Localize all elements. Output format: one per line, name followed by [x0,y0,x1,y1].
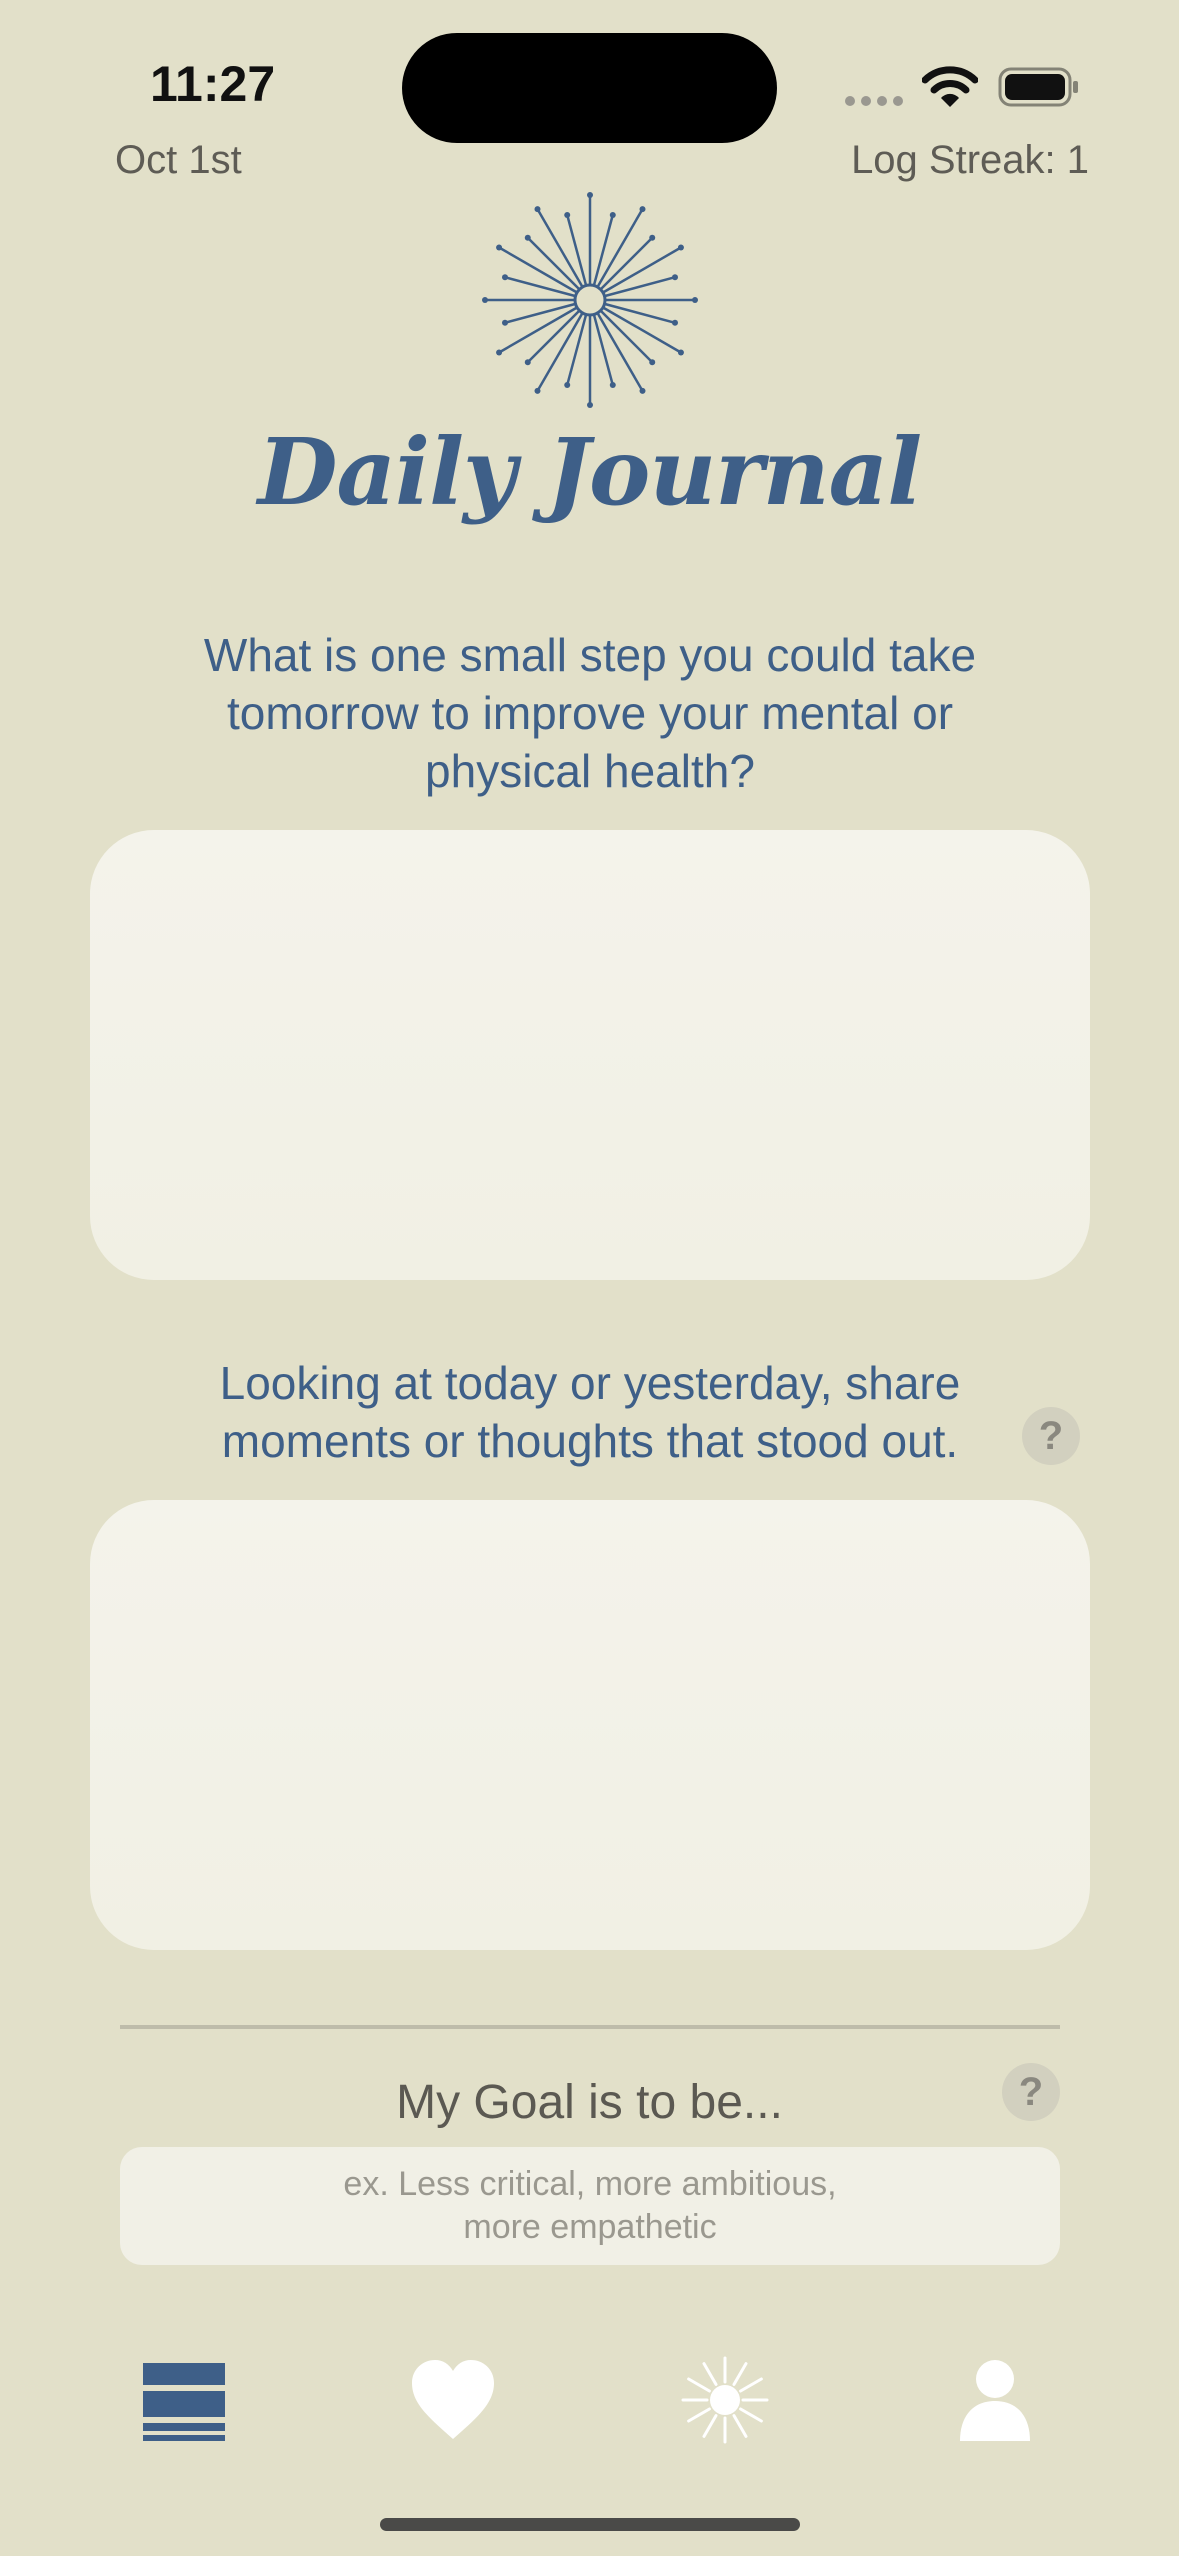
goal-input[interactable]: ex. Less critical, more ambitious, more … [120,2147,1060,2265]
tab-sun-icon[interactable] [680,2355,770,2445]
help-icon[interactable]: ? [1022,1407,1080,1465]
prompt-2-label: Looking at today or yesterday, share mom… [219,1357,961,1467]
goal-placeholder-line-2: more empathetic [463,2208,717,2246]
tab-profile-icon[interactable] [950,2355,1040,2445]
divider [120,2025,1060,2029]
home-indicator [380,2518,800,2531]
goal-help-icon[interactable]: ? [1002,2063,1060,2121]
tab-heart-icon[interactable] [408,2355,498,2445]
sunburst-logo-icon [482,192,698,408]
status-time: 11:27 [150,56,276,112]
cellular-signal-icon [845,96,903,106]
battery-icon [998,67,1078,107]
dynamic-island [402,33,777,143]
current-date: Oct 1st [115,138,242,182]
log-streak: Log Streak: 1 [851,138,1089,182]
prompt-2-entry[interactable] [90,1500,1090,1950]
wifi-icon [922,66,978,107]
page-title: Daily Journal [257,418,922,526]
goal-placeholder-line-1: ex. Less critical, more ambitious, [343,2165,837,2203]
tab-journal-list-icon[interactable] [141,2355,231,2445]
prompt-1-entry[interactable] [90,830,1090,1280]
prompt-1-label: What is one small step you could take to… [203,629,977,797]
